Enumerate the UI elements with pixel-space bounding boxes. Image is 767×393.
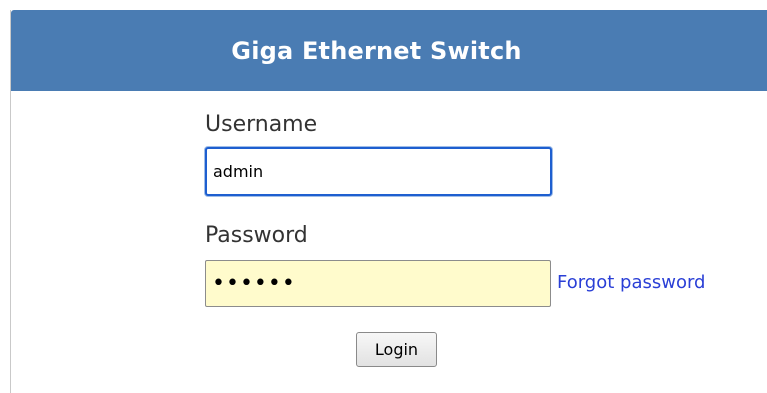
forgot-password-link[interactable]: Forgot password <box>557 272 705 293</box>
username-input[interactable] <box>205 147 552 196</box>
login-button[interactable]: Login <box>356 332 437 367</box>
password-label: Password <box>205 223 308 248</box>
login-panel: Giga Ethernet Switch Username Password F… <box>10 10 767 393</box>
username-label: Username <box>205 112 318 137</box>
page-title: Giga Ethernet Switch <box>231 36 522 65</box>
header-bar: Giga Ethernet Switch <box>11 10 767 91</box>
password-input[interactable] <box>205 260 551 307</box>
